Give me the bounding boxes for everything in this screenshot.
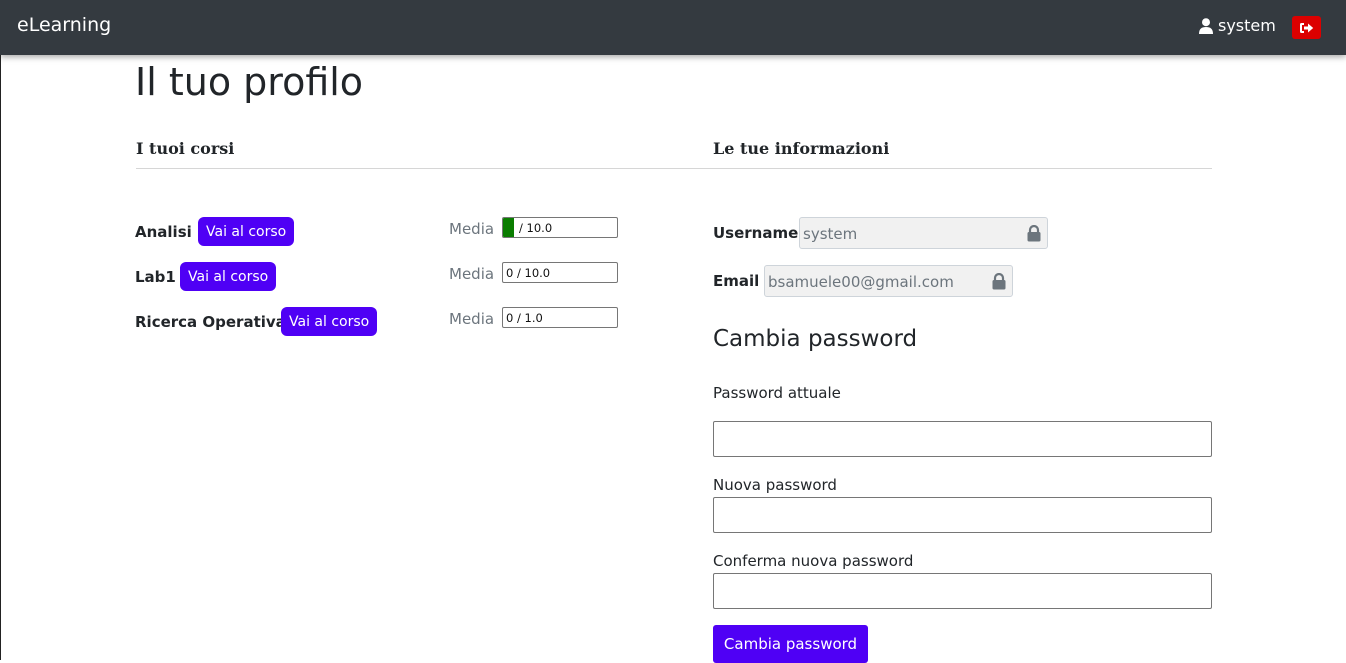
- email-label: Email: [713, 272, 760, 290]
- lock-icon: [1027, 225, 1041, 242]
- course-name: Analisi: [135, 223, 192, 241]
- course-button[interactable]: Vai al corso: [281, 307, 378, 336]
- course-row: Lab1 Vai al corso Media 0 / 10.0: [135, 262, 635, 292]
- page-title: Il tuo profilo: [135, 60, 364, 104]
- sign-out-icon: [1300, 22, 1314, 33]
- email-value: bsamuele00@gmail.com: [768, 273, 954, 291]
- current-password-label: Password attuale: [713, 384, 841, 402]
- logout-button[interactable]: [1292, 16, 1321, 39]
- new-password-input[interactable]: [713, 497, 1212, 533]
- grade-bar: 0 / 1.0: [502, 307, 618, 328]
- grade-text: 0 / 10.0: [506, 266, 551, 280]
- email-field: bsamuele00@gmail.com: [764, 265, 1013, 297]
- username-value: system: [803, 225, 858, 243]
- user-menu[interactable]: system: [1199, 16, 1276, 35]
- grade-fill: [503, 218, 515, 237]
- user-icon: [1199, 17, 1213, 34]
- navbar: eLearning system: [0, 0, 1346, 55]
- section-divider: [136, 168, 1212, 169]
- change-password-title: Cambia password: [713, 326, 918, 352]
- lock-icon: [992, 273, 1006, 290]
- brand-logo[interactable]: eLearning: [17, 14, 111, 36]
- course-button[interactable]: Vai al corso: [180, 262, 277, 291]
- course-row: Analisi Vai al corso Media / 10.0: [135, 217, 635, 247]
- course-name: Lab1: [135, 268, 176, 286]
- new-password-label: Nuova password: [713, 476, 837, 494]
- media-label: Media: [449, 310, 495, 328]
- media-label: Media: [449, 265, 495, 283]
- course-row: Ricerca Operativa Vai al corso Media 0 /…: [135, 307, 635, 337]
- grade-text: / 10.0: [519, 221, 553, 235]
- username-label: system: [1218, 16, 1276, 35]
- confirm-password-input[interactable]: [713, 573, 1212, 609]
- current-password-input[interactable]: [713, 421, 1212, 457]
- media-label: Media: [449, 220, 495, 238]
- grade-text: 0 / 1.0: [506, 311, 543, 325]
- info-heading: Le tue informazioni: [713, 139, 890, 158]
- username-label: Username: [713, 224, 799, 242]
- course-name: Ricerca Operativa: [135, 313, 286, 331]
- grade-bar: / 10.0: [502, 217, 618, 238]
- change-password-button[interactable]: Cambia password: [713, 625, 868, 663]
- username-field: system: [799, 217, 1048, 249]
- confirm-password-label: Conferma nuova password: [713, 552, 914, 570]
- window-edge: [0, 55, 1, 660]
- course-button[interactable]: Vai al corso: [198, 217, 295, 246]
- courses-heading: I tuoi corsi: [136, 139, 235, 158]
- grade-bar: 0 / 10.0: [502, 262, 618, 283]
